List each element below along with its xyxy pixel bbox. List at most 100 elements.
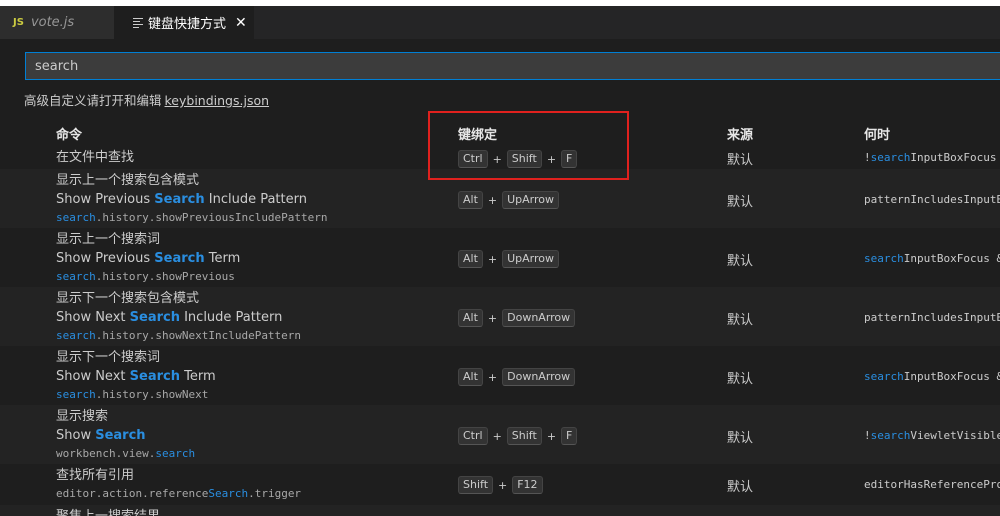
text-segment: InputBoxFocus && xyxy=(903,370,1000,383)
search-match-text: search xyxy=(870,429,911,442)
text-segment: ! xyxy=(864,429,871,442)
command-label: 在文件中查找 xyxy=(56,150,135,165)
search-match-text: search xyxy=(864,370,904,383)
table-row[interactable]: 聚焦上一搜索结果 xyxy=(0,505,1000,516)
text-segment: Show Next xyxy=(56,310,130,325)
search-match-text: Search xyxy=(95,428,146,443)
command-label: 显示下一个搜索包含模式 xyxy=(56,291,200,306)
key-separator: + xyxy=(546,429,557,443)
command-cell: 查找所有引用 editor.action.referenceSearch.tri… xyxy=(56,466,301,502)
command-cell: 显示上一个搜索词 Show Previous Search Term searc… xyxy=(56,230,240,285)
tab-vote-js[interactable]: JS vote.js xyxy=(0,6,114,39)
hint-text: 高级自定义请打开和编辑 xyxy=(24,93,162,108)
command-cell: 显示下一个搜索词 Show Next Search Term search.hi… xyxy=(56,348,216,403)
key-separator: + xyxy=(487,311,498,325)
key-chip: F xyxy=(561,427,578,445)
text-segment: Term xyxy=(179,369,216,384)
text-segment: .history.showPreviousIncludePattern xyxy=(95,211,328,224)
source-cell: 默认 xyxy=(727,153,754,168)
text-segment: editorHasReferenceProv xyxy=(864,478,1000,491)
keybinding-cell[interactable]: Ctrl + Shift + F xyxy=(458,427,578,445)
key-separator: + xyxy=(498,478,508,492)
search-match-text: search xyxy=(155,447,196,460)
tab-bar: JS vote.js 键盘快捷方式 ✕ xyxy=(0,6,1000,39)
when-cell: !searchInputBoxFocus xyxy=(864,151,996,164)
tab-label: 键盘快捷方式 xyxy=(148,17,227,32)
command-label: 显示上一个搜索包含模式 xyxy=(56,173,200,188)
table-row[interactable]: 显示搜索 Show Search workbench.view.search C… xyxy=(0,405,1000,464)
key-chip: DownArrow xyxy=(502,309,576,327)
command-cell: 显示上一个搜索包含模式 Show Previous Search Include… xyxy=(56,171,328,226)
text-segment: workbench.view. xyxy=(56,447,156,460)
search-match-text: search xyxy=(870,151,911,164)
command-id: editor.action.referenceSearch.trigger xyxy=(56,485,301,502)
text-segment: ! xyxy=(864,151,871,164)
when-cell: !searchViewletVisible xyxy=(864,429,1000,442)
text-segment: editor.action.reference xyxy=(56,487,209,500)
key-chip: Ctrl xyxy=(458,427,488,445)
column-header-when[interactable]: 何时 xyxy=(864,124,890,143)
search-match-text: search xyxy=(864,252,904,265)
key-separator: + xyxy=(487,370,498,384)
key-chip: UpArrow xyxy=(502,250,560,268)
when-cell: searchInputBoxFocus && xyxy=(864,370,1000,383)
key-chip: Shift xyxy=(506,427,542,445)
text-segment: Show xyxy=(56,428,96,443)
tab-label: vote.js xyxy=(30,15,75,30)
table-row[interactable]: 查找所有引用 editor.action.referenceSearch.tri… xyxy=(0,464,1000,505)
key-chip: UpArrow xyxy=(502,191,560,209)
text-segment: Include Pattern xyxy=(204,192,307,207)
key-chip: Alt xyxy=(458,368,483,386)
search-input[interactable] xyxy=(35,58,1000,74)
keybindings-table: 在文件中查找 Ctrl + Shift + F 默认 !searchInputBoxFo… xyxy=(0,147,1000,516)
when-cell: patternIncludesInputBo xyxy=(864,311,1000,324)
when-cell: patternIncludesInputBo xyxy=(864,193,1000,206)
text-segment: .history.showPrevious xyxy=(95,270,235,283)
column-header-source[interactable]: 来源 xyxy=(727,124,753,143)
keybinding-cell[interactable]: Alt + DownArrow xyxy=(458,309,576,327)
search-match-text: search xyxy=(56,270,96,283)
keybinding-cell[interactable]: Alt + UpArrow xyxy=(458,191,560,209)
source-cell: 默认 xyxy=(727,480,754,495)
tab-keyboard-shortcuts[interactable]: 键盘快捷方式 ✕ xyxy=(114,6,254,39)
keybindings-json-link[interactable]: keybindings.json xyxy=(165,93,270,108)
key-separator: + xyxy=(487,252,498,266)
javascript-file-icon: JS xyxy=(13,17,24,28)
key-separator: + xyxy=(487,193,498,207)
command-id: search.history.showNextIncludePattern xyxy=(56,327,301,344)
search-match-text: Search xyxy=(129,369,180,384)
command-title: Show Next Search Term xyxy=(56,367,216,386)
text-segment: Term xyxy=(204,251,241,266)
search-match-text: search xyxy=(56,388,96,401)
keybinding-cell[interactable]: Alt + UpArrow xyxy=(458,250,560,268)
text-segment: .history.showNextIncludePattern xyxy=(95,329,302,342)
keybinding-cell[interactable]: Shift + F12 xyxy=(458,476,543,494)
command-title: Show Previous Search Term xyxy=(56,249,240,268)
advanced-customization-hint: 高级自定义请打开和编辑 keybindings.json xyxy=(24,90,269,109)
text-segment: InputBoxFocus && xyxy=(903,252,1000,265)
keybinding-cell[interactable]: Alt + DownArrow xyxy=(458,368,576,386)
command-id: search.history.showPrevious xyxy=(56,268,240,285)
table-row[interactable]: 显示下一个搜索词 Show Next Search Term search.hi… xyxy=(0,346,1000,405)
when-cell: searchInputBoxFocus && xyxy=(864,252,1000,265)
key-chip: Alt xyxy=(458,191,483,209)
key-chip: F12 xyxy=(512,476,543,494)
command-title: Show Previous Search Include Pattern xyxy=(56,190,328,209)
close-icon[interactable]: ✕ xyxy=(235,15,247,31)
text-segment: Include Pattern xyxy=(179,310,283,325)
document-icon xyxy=(133,17,143,28)
source-cell: 默认 xyxy=(727,431,754,446)
table-row[interactable]: 显示下一个搜索包含模式 Show Next Search Include Pat… xyxy=(0,287,1000,346)
search-match-text: Search xyxy=(208,487,249,500)
search-box[interactable] xyxy=(25,52,1000,80)
text-segment: patternIncludesInputBo xyxy=(864,193,1000,206)
search-match-text: Search xyxy=(154,192,205,207)
command-id: search.history.showPreviousIncludePatter… xyxy=(56,209,328,226)
table-row[interactable]: 显示上一个搜索词 Show Previous Search Term searc… xyxy=(0,228,1000,287)
column-header-command[interactable]: 命令 xyxy=(56,124,82,143)
command-title: Show Next Search Include Pattern xyxy=(56,308,301,327)
key-chip: Shift xyxy=(458,476,494,494)
search-match-text: Search xyxy=(154,251,205,266)
text-segment: InputBoxFocus xyxy=(910,151,997,164)
command-cell: 聚焦上一搜索结果 xyxy=(56,507,160,516)
